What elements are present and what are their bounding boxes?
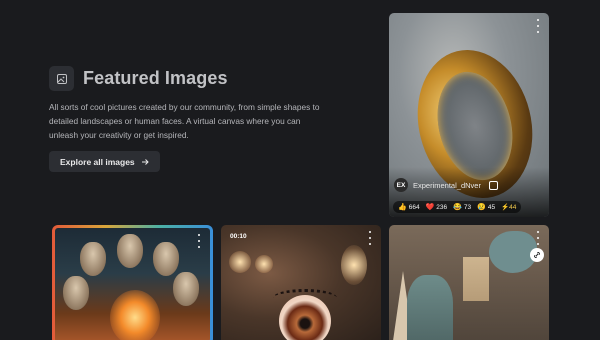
mask-image [63, 276, 89, 310]
paper-horse [407, 275, 453, 340]
bokeh-light [341, 245, 367, 285]
image-card-eye[interactable]: 00:10 [221, 225, 381, 340]
section-description: All sorts of cool pictures created by ou… [49, 102, 320, 140]
mask-image [117, 234, 143, 268]
image-badge-icon [488, 180, 498, 190]
card-menu-icon[interactable] [535, 19, 541, 33]
reaction-thumbs-up[interactable]: 👍 664 [398, 203, 420, 212]
arrow-right-icon [141, 158, 149, 165]
avatar: EX [394, 178, 408, 192]
heart-icon: ❤️ [425, 204, 435, 211]
reaction-laugh[interactable]: 😂 73 [453, 203, 472, 212]
card-menu-icon[interactable] [367, 231, 373, 245]
reaction-count: 664 [408, 203, 420, 211]
paper-figure [463, 257, 489, 301]
card-menu-icon[interactable] [196, 234, 202, 248]
bokeh-light [255, 255, 273, 273]
image-card-paper[interactable] [389, 225, 549, 340]
mask-image [173, 272, 199, 306]
fire-image [110, 290, 160, 340]
photo-icon [49, 66, 74, 91]
image-card-masks[interactable] [52, 225, 213, 340]
explore-button-label: Explore all images [60, 156, 135, 167]
reaction-bar: 👍 664 ❤️ 236 😂 73 😢 45 ⚡44 [393, 201, 522, 213]
mask-image [80, 242, 106, 276]
featured-section: Featured Images All sorts of cool pictur… [49, 66, 324, 172]
page-title: Featured Images [83, 68, 228, 88]
bokeh-light [229, 251, 251, 273]
username: Experimental_dNver [413, 180, 481, 190]
image-card-ring[interactable]: EX Experimental_dNver 👍 664 ❤️ 236 😂 73 … [389, 13, 549, 217]
reaction-count: 45 [487, 203, 496, 211]
mask-image [153, 242, 179, 276]
thumbs-up-icon: 👍 [398, 204, 407, 211]
reaction-count: 73 [463, 203, 472, 211]
card-menu-icon[interactable] [535, 231, 541, 245]
cry-icon: 😢 [477, 204, 486, 211]
title-row: Featured Images [49, 66, 324, 91]
video-duration-badge: 00:10 [230, 233, 247, 240]
reaction-heart[interactable]: ❤️ 236 [425, 203, 448, 212]
eye-image [279, 295, 331, 340]
explore-all-images-button[interactable]: Explore all images [49, 151, 160, 172]
card-user[interactable]: EX Experimental_dNver [394, 178, 498, 192]
laugh-icon: 😂 [453, 204, 462, 211]
reaction-cry[interactable]: 😢 45 [477, 203, 496, 212]
reaction-count: 236 [436, 203, 448, 211]
link-icon[interactable] [530, 248, 544, 262]
tip-count[interactable]: ⚡44 [501, 203, 516, 211]
